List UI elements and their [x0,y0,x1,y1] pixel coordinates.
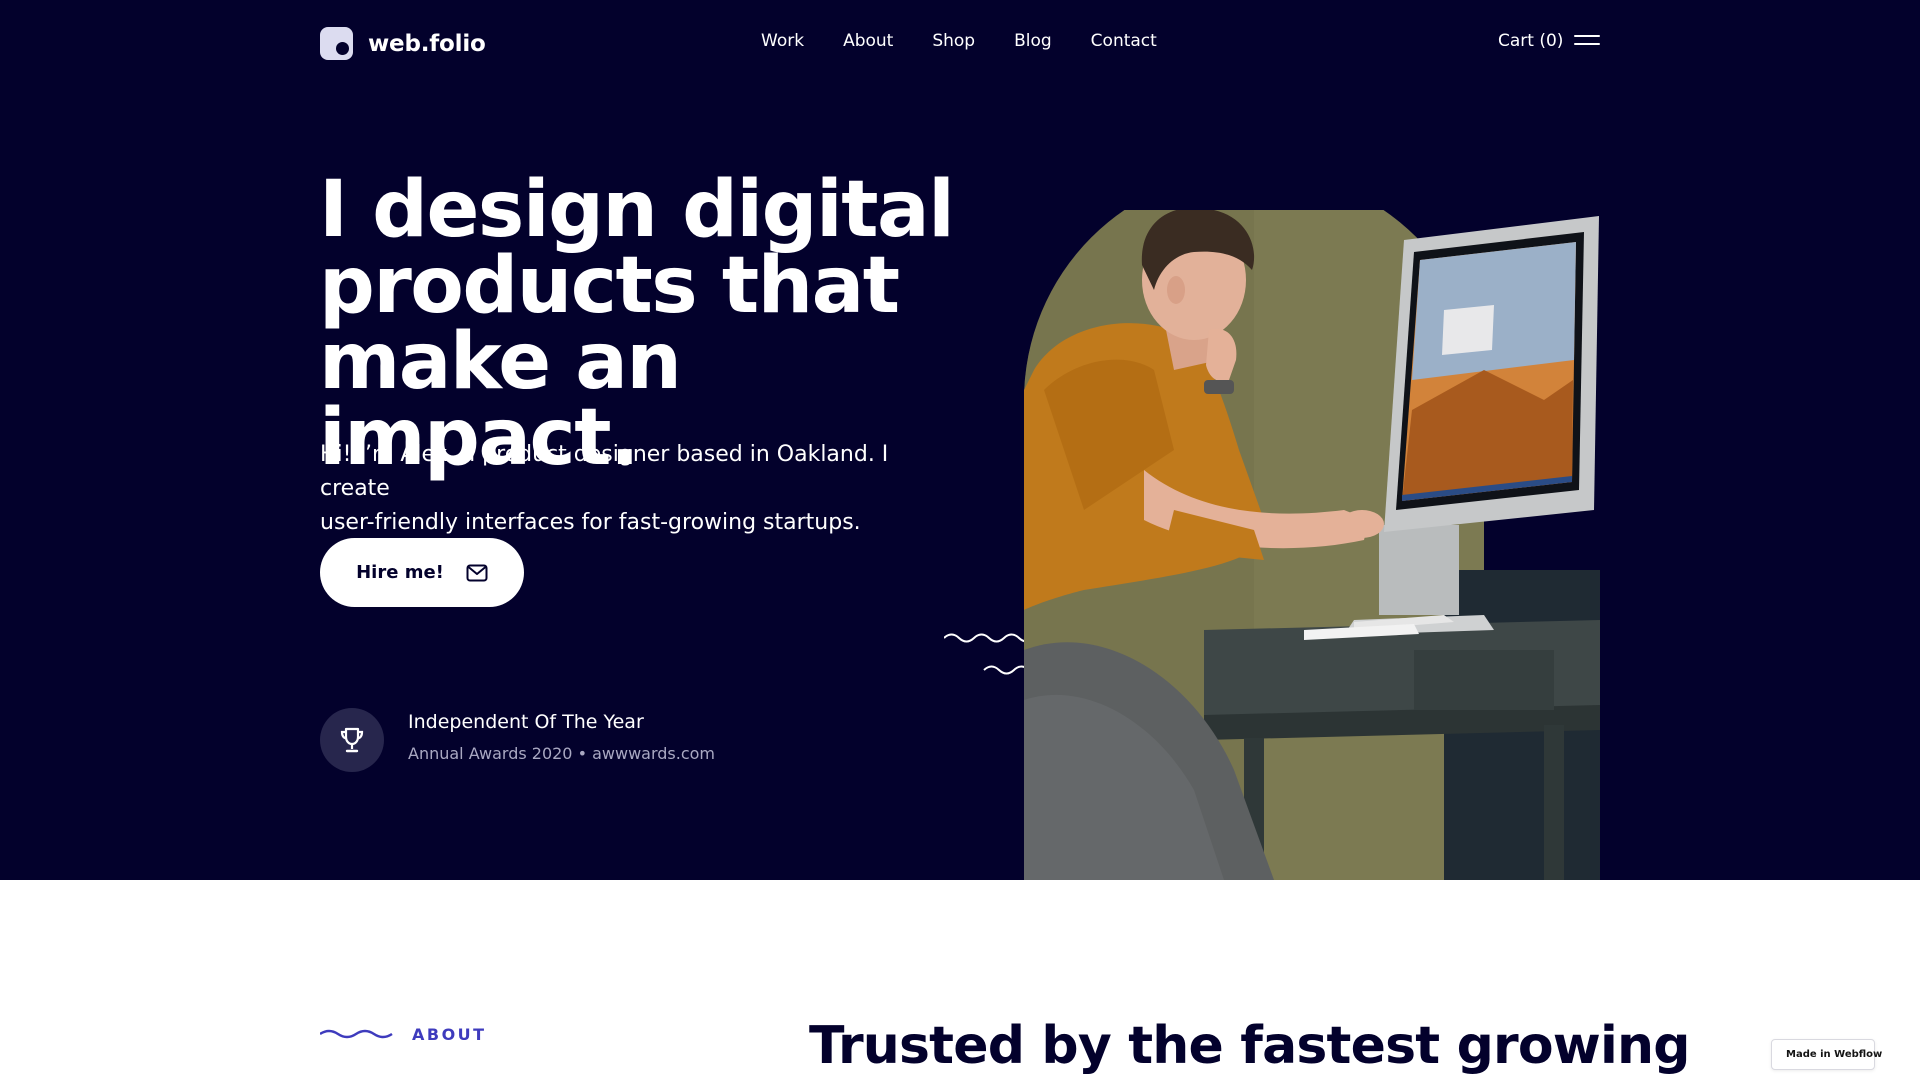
brand-name: web.folio [368,30,486,57]
nav-link-contact[interactable]: Contact [1091,31,1157,51]
trophy-icon [320,708,384,772]
hero-intro: Hi! I’m Alex, a product designer based i… [320,438,960,540]
nav-link-blog[interactable]: Blog [1014,31,1052,51]
badge-label: Made in Webflow [1786,1049,1883,1060]
nav-link-about[interactable]: About [843,31,893,51]
hire-me-label: Hire me! [356,562,444,583]
hero-section: web.folio Work About Shop Blog Contact C… [0,0,1920,880]
award-title: Independent Of The Year [408,711,644,733]
logo-mark-icon [320,27,353,60]
intro-line: user-friendly interfaces for fast-growin… [320,510,861,535]
menu-line [1574,35,1600,37]
wave-icon [320,1029,393,1039]
cart-link[interactable]: Cart (0) [1498,31,1563,51]
nav-link-shop[interactable]: Shop [932,31,975,51]
menu-line [1574,43,1600,45]
main-nav: Work About Shop Blog Contact [761,31,1157,51]
hero-headline: I design digital products that make an i… [319,171,1019,477]
hero-photo [1024,210,1600,880]
brand-logo-link[interactable]: web.folio [320,27,486,60]
award-subtitle: Annual Awards 2020 • awwwards.com [408,744,716,763]
made-in-webflow-badge[interactable]: Made in Webflow [1771,1039,1882,1070]
hamburger-menu-icon[interactable] [1574,34,1600,48]
about-label: ABOUT [412,1025,487,1044]
hire-me-button[interactable]: Hire me! [320,538,524,607]
about-heading: Trusted by the fastest growing [809,1016,1691,1076]
mail-icon [466,564,488,581]
intro-line: Hi! I’m Alex, a product designer based i… [320,442,889,501]
nav-link-work[interactable]: Work [761,31,804,51]
